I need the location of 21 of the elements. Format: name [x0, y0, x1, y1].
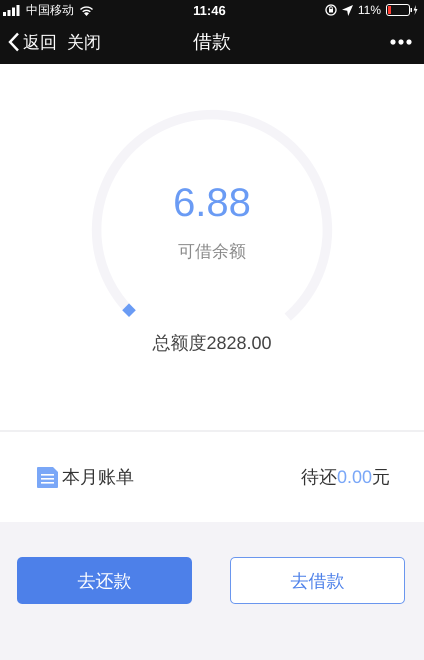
- bill-label[interactable]: 本月账单: [62, 465, 134, 489]
- chevron-left-icon: [8, 32, 20, 52]
- rotation-lock-icon: [324, 4, 337, 16]
- signal-icon: [3, 4, 21, 16]
- available-label: 可借余额: [178, 241, 246, 263]
- more-icon[interactable]: [390, 39, 412, 45]
- close-button[interactable]: 关闭: [67, 30, 105, 54]
- wifi-icon: [79, 4, 94, 16]
- battery-percent: 11%: [358, 3, 381, 17]
- borrow-button[interactable]: 去借款: [230, 557, 405, 604]
- total-credit: 总额度2828.00: [152, 332, 272, 355]
- carrier-name: 中国移动: [26, 2, 74, 18]
- repay-button[interactable]: 去还款: [17, 557, 192, 604]
- location-arrow-icon: [342, 4, 353, 16]
- battery-icon: [386, 4, 418, 16]
- document-icon: [37, 466, 58, 488]
- amount-due: 待还0.00元: [300, 466, 390, 489]
- back-button[interactable]: 返回: [8, 30, 61, 54]
- clock-time: 11:46: [193, 2, 226, 18]
- page-title: 借款: [193, 31, 231, 55]
- available-amount: 6.88: [173, 181, 251, 226]
